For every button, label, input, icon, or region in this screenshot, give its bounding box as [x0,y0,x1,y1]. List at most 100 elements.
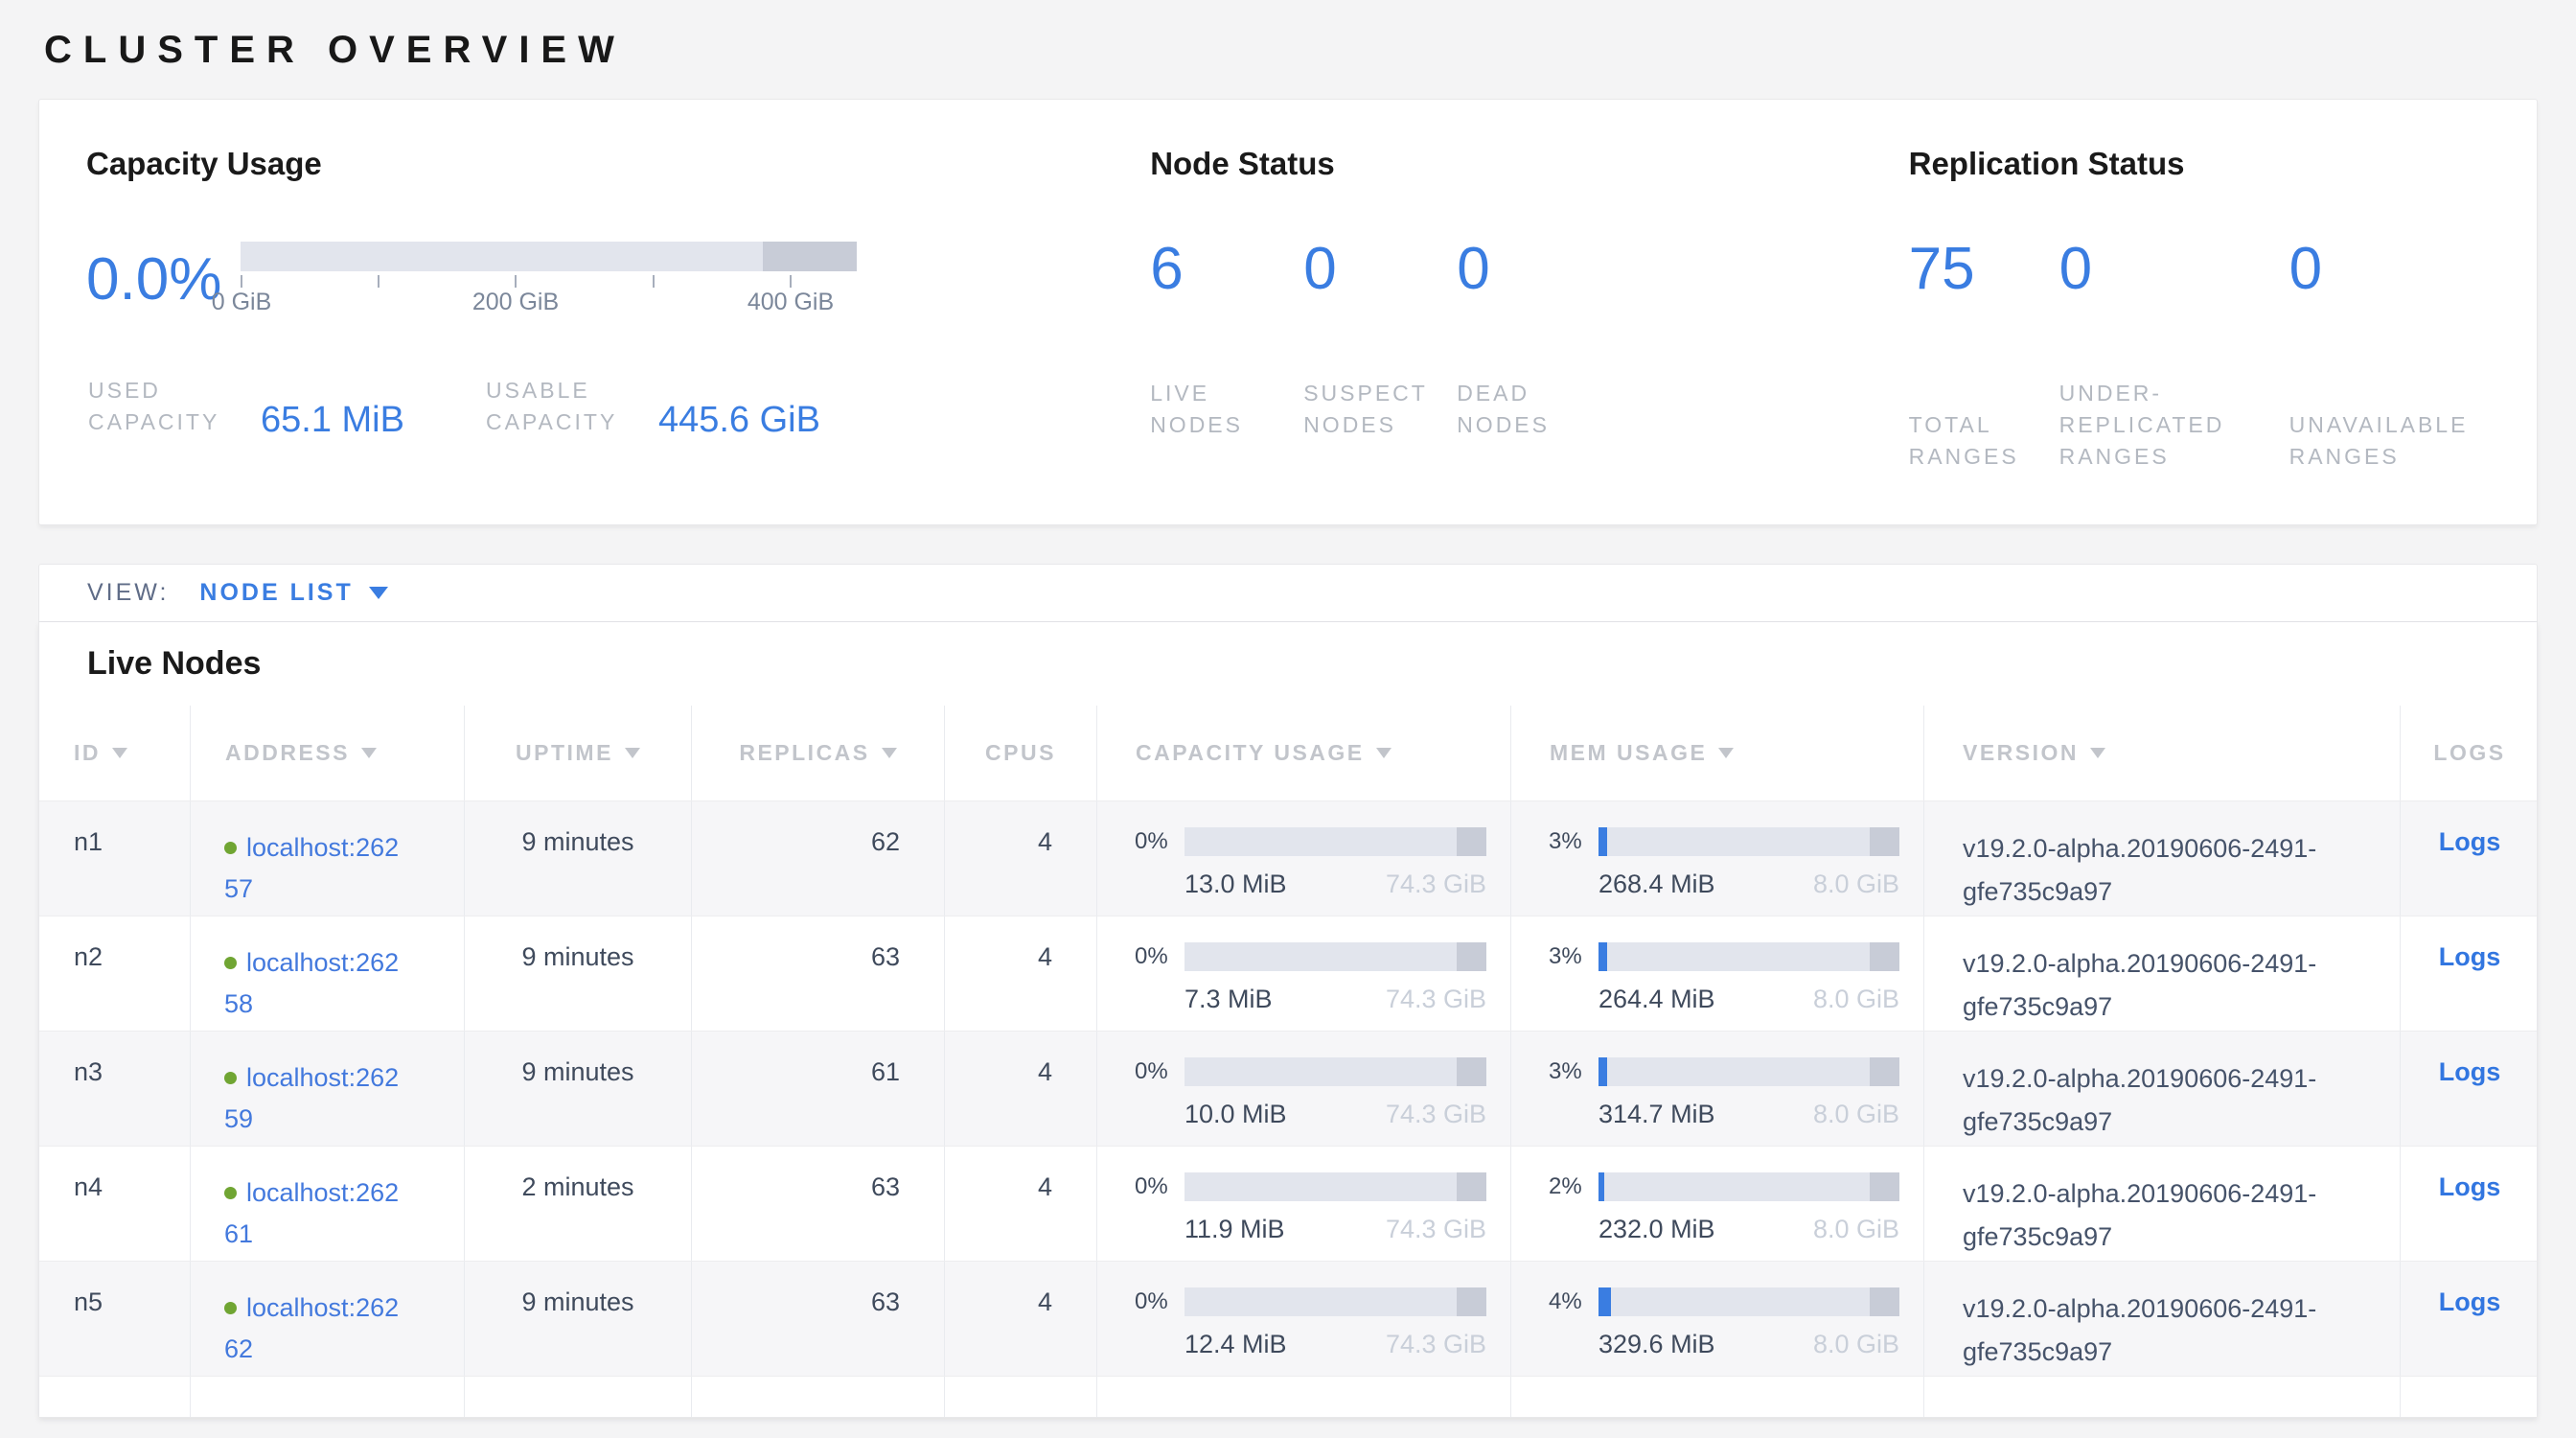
mem-usage-cell: 3% 314.7 MiB 8.0 GiB [1510,1032,1923,1146]
node-address-cell: localhost:262 59 [190,1032,464,1146]
unavailable-ranges-count: 0 [2289,235,2519,303]
capacity-used-value: 10.0 MiB [1184,1100,1287,1129]
capacity-percent-label: 0% [1135,1173,1184,1200]
mem-total-value: 8.0 GiB [1813,1215,1899,1244]
column-header-version[interactable]: VERSION [1923,706,2400,800]
capacity-usage-cell: 0% 11.9 MiB 74.3 GiB [1096,1147,1510,1261]
used-capacity-stat: USED CAPACITY 65.1 MiB [88,375,404,438]
sort-caret-icon [1718,748,1734,758]
version-line2: gfe735c9a97 [1963,1216,2400,1259]
capacity-usage-section: Capacity Usage 0.0% 0 GiB [86,146,1150,524]
capacity-usage-cell: 0% 12.4 MiB 74.3 GiB [1096,1262,1510,1376]
table-row: n3 localhost:262 59 9 minutes 61 4 0% 10… [39,1031,2537,1146]
logs-link[interactable]: Logs [2439,942,2501,971]
table-row: n5 localhost:262 62 9 minutes 63 4 0% 12… [39,1261,2537,1376]
uptime-cell: 2 minutes [464,1147,691,1261]
capacity-usage-bar [1184,942,1486,971]
node-address-link-line2[interactable]: 58 [224,989,253,1018]
capacity-total-value: 74.3 GiB [1386,985,1486,1014]
column-header-uptime[interactable]: UPTIME [464,706,691,800]
mem-usage-bar [1598,942,1899,971]
table-partial-row [39,1376,2537,1417]
capacity-used-value: 11.9 MiB [1184,1215,1285,1244]
used-capacity-value: 65.1 MiB [261,400,404,441]
logs-link[interactable]: Logs [2439,827,2501,856]
dead-nodes-label: DEAD NODES [1457,378,1648,441]
table-body: n1 localhost:262 57 9 minutes 62 4 0% 13… [39,800,2537,1376]
node-address-link[interactable]: localhost:262 [246,1293,399,1322]
view-dropdown-value: NODE LIST [199,579,353,607]
usable-capacity-label: USABLE CAPACITY [486,375,647,438]
logs-cell: Logs [2400,1262,2539,1376]
cluster-overview-page: CLUSTER OVERVIEW Capacity Usage 0.0% [0,0,2576,1418]
cpus-cell: 4 [944,1262,1096,1376]
capacity-bar-track [241,242,857,271]
page-title: CLUSTER OVERVIEW [44,29,2538,72]
uptime-cell: 9 minutes [464,801,691,916]
mem-used-value: 268.4 MiB [1598,870,1715,899]
mem-usage-cell: 3% 268.4 MiB 8.0 GiB [1510,801,1923,916]
node-id-cell: n3 [39,1032,190,1146]
tick-label-200gib: 200 GiB [472,289,559,316]
sort-caret-icon [625,748,640,758]
mem-used-value: 264.4 MiB [1598,985,1715,1014]
node-id-cell: n1 [39,801,190,916]
node-address-link[interactable]: localhost:262 [246,948,399,977]
replication-status-title: Replication Status [1909,146,2537,182]
column-header-id[interactable]: ID [39,706,190,800]
live-status-icon [224,1302,237,1314]
cpus-cell: 4 [944,916,1096,1031]
capacity-used-value: 7.3 MiB [1184,985,1273,1014]
node-address-link[interactable]: localhost:262 [246,1063,399,1092]
view-dropdown[interactable]: NODE LIST [199,579,387,607]
live-nodes-count: 6 [1150,235,1303,303]
mem-used-value: 314.7 MiB [1598,1100,1715,1129]
capacity-usage-bar [1184,1057,1486,1086]
capacity-total-value: 74.3 GiB [1386,870,1486,899]
node-address-link-line2[interactable]: 61 [224,1219,253,1248]
view-label: VIEW: [87,579,169,607]
version-line1: v19.2.0-alpha.20190606-2491- [1963,1057,2400,1101]
sort-caret-icon [112,748,127,758]
logs-cell: Logs [2400,801,2539,916]
cpus-cell: 4 [944,1147,1096,1261]
capacity-usage-cell: 0% 7.3 MiB 74.3 GiB [1096,916,1510,1031]
mem-total-value: 8.0 GiB [1813,870,1899,899]
version-line2: gfe735c9a97 [1963,1101,2400,1144]
live-status-icon [224,957,237,969]
mem-used-value: 329.6 MiB [1598,1330,1715,1359]
suspect-nodes-count: 0 [1303,235,1457,303]
column-header-capacity-usage[interactable]: CAPACITY USAGE [1096,706,1510,800]
replicas-cell: 62 [691,801,944,916]
sort-caret-icon [882,748,897,758]
live-nodes-card: Live Nodes IDADDRESSUPTIMEREPLICASCPUSCA… [38,622,2538,1418]
version-line2: gfe735c9a97 [1963,1331,2400,1374]
capacity-bar: 0 GiB 200 GiB 400 GiB [241,242,857,317]
node-address-link-line2[interactable]: 57 [224,874,253,903]
mem-total-value: 8.0 GiB [1813,985,1899,1014]
column-header-address[interactable]: ADDRESS [190,706,464,800]
capacity-percent-label: 0% [1135,1288,1184,1315]
version-line1: v19.2.0-alpha.20190606-2491- [1963,827,2400,870]
node-address-link-line2[interactable]: 62 [224,1334,253,1363]
version-cell: v19.2.0-alpha.20190606-2491- gfe735c9a97 [1923,801,2400,916]
column-header-mem-usage[interactable]: MEM USAGE [1510,706,1923,800]
node-address-link[interactable]: localhost:262 [246,833,399,862]
logs-link[interactable]: Logs [2439,1172,2501,1201]
mem-percent-label: 3% [1549,1058,1598,1085]
live-nodes-title: Live Nodes [39,622,2537,706]
mem-total-value: 8.0 GiB [1813,1330,1899,1359]
capacity-total-value: 74.3 GiB [1386,1215,1486,1244]
replicas-cell: 63 [691,1262,944,1376]
capacity-percent-label: 0% [1135,943,1184,970]
logs-link[interactable]: Logs [2439,1057,2501,1086]
logs-cell: Logs [2400,916,2539,1031]
column-header-cpus: CPUS [944,706,1096,800]
node-address-link[interactable]: localhost:262 [246,1178,399,1207]
logs-cell: Logs [2400,1032,2539,1146]
version-line1: v19.2.0-alpha.20190606-2491- [1963,1172,2400,1216]
summary-card: Capacity Usage 0.0% 0 GiB [38,99,2538,525]
column-header-replicas[interactable]: REPLICAS [691,706,944,800]
node-address-link-line2[interactable]: 59 [224,1104,253,1133]
logs-link[interactable]: Logs [2439,1287,2501,1316]
